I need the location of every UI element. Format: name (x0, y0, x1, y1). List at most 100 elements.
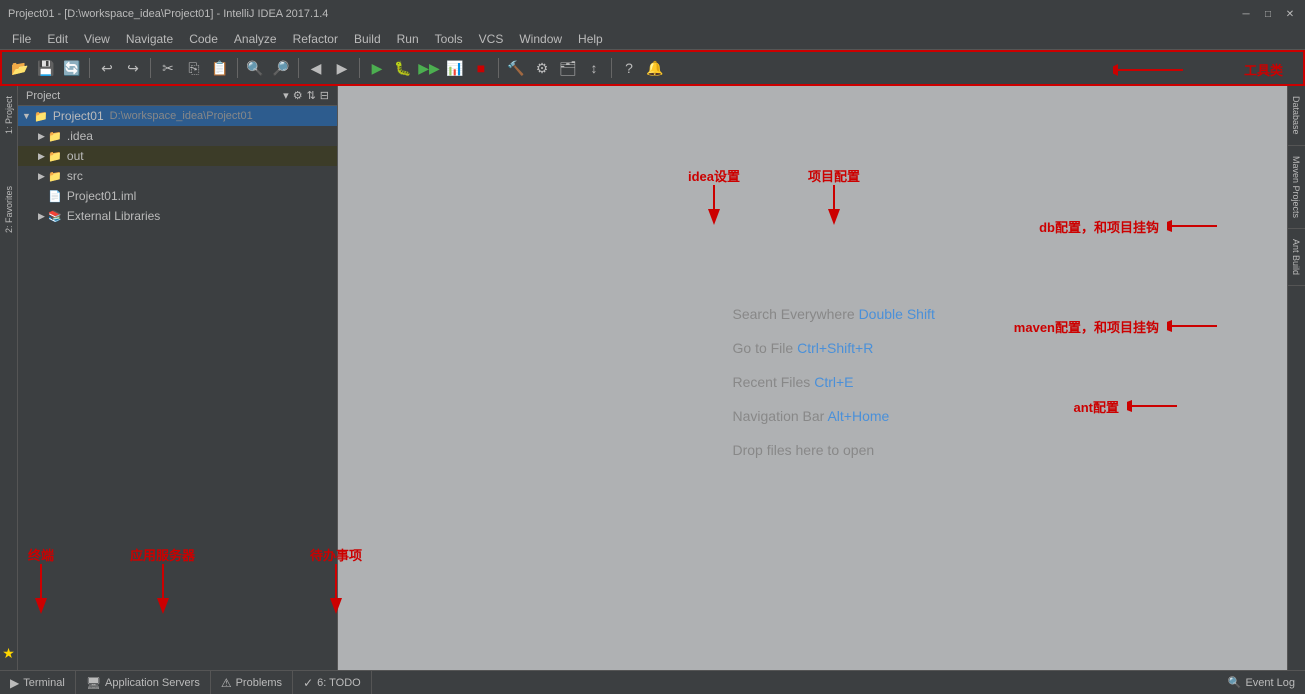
menu-analyze[interactable]: Analyze (226, 28, 285, 50)
folder-icon-src: 📁 (47, 168, 63, 184)
idea-settings-arrow (699, 185, 729, 225)
menu-window[interactable]: Window (511, 28, 570, 50)
tab-project[interactable]: 1: Project (2, 90, 16, 140)
hint-drop-files: Drop files here to open (733, 442, 935, 458)
minimize-button[interactable]: ─ (1239, 7, 1253, 21)
annotation-terminal: 终端 (28, 545, 54, 614)
hint-navbar-shortcut: Alt+Home (827, 408, 889, 424)
favorites-star-icon: ★ (2, 645, 15, 662)
tree-item-idea[interactable]: ▶ 📁 .idea (18, 126, 337, 146)
annotation-appserver: 应用服务器 (130, 545, 195, 614)
tree-item-root[interactable]: ▼ 📁 Project01 D:\workspace_idea\Project0… (18, 106, 337, 126)
hint-search-text: Search Everywhere (733, 306, 859, 322)
settings-btn[interactable]: ⚙ (530, 56, 554, 80)
status-bar: ▶ Terminal 🖥 Application Servers ⚠ Probl… (0, 670, 1305, 694)
project-config-label: 项目配置 (808, 166, 860, 185)
event-log-label: Event Log (1245, 677, 1295, 689)
tab-maven-projects[interactable]: Maven Projects (1288, 146, 1305, 229)
project-settings-btn[interactable]: 🗂 (556, 56, 580, 80)
hint-recent-files: Recent Files Ctrl+E (733, 374, 935, 390)
tab-problems[interactable]: ⚠ Problems (211, 671, 293, 694)
undo-button[interactable]: ↩ (95, 56, 119, 80)
menu-navigate[interactable]: Navigate (118, 28, 181, 50)
right-sidebar: Database Maven Projects Ant Build (1287, 86, 1305, 670)
terminal-annotation-label: 终端 (28, 545, 54, 564)
search2-button[interactable]: 🔎 (269, 56, 293, 80)
toolbar-sep-3 (237, 58, 238, 78)
tab-todo[interactable]: ✓ 6: TODO (293, 671, 372, 694)
tree-item-out[interactable]: ▶ 📁 out (18, 146, 337, 166)
editor-hints: Search Everywhere Double Shift Go to Fil… (733, 306, 935, 458)
tree-item-idea-label: .idea (67, 129, 93, 143)
close-button[interactable]: ✕ (1283, 7, 1297, 21)
tree-item-src[interactable]: ▶ 📁 src (18, 166, 337, 186)
panel-dropdown-btn[interactable]: ▾ (283, 89, 289, 102)
hint-search-shortcut: Double Shift (859, 306, 935, 322)
back-button[interactable]: ◀ (304, 56, 328, 80)
todo-annotation-label: 待办事项 (310, 545, 362, 564)
menu-refactor[interactable]: Refactor (285, 28, 346, 50)
menu-view[interactable]: View (76, 28, 118, 50)
build-button[interactable]: 🔨 (504, 56, 528, 80)
folder-icon-idea: 📁 (47, 128, 63, 144)
terminal-label: Terminal (23, 677, 65, 689)
menu-vcs[interactable]: VCS (471, 28, 512, 50)
help-button[interactable]: ? (617, 56, 641, 80)
title-text: Project01 - [D:\workspace_idea\Project01… (8, 8, 328, 20)
hint-goto-file: Go to File Ctrl+Shift+R (733, 340, 935, 356)
debug-button[interactable]: 🐛 (391, 56, 415, 80)
cut-button[interactable]: ✂ (156, 56, 180, 80)
problems-icon: ⚠ (221, 676, 232, 690)
redo-button[interactable]: ↪ (121, 56, 145, 80)
toolbar-sep-7 (611, 58, 612, 78)
menu-code[interactable]: Code (181, 28, 226, 50)
hint-dropfiles-text: Drop files here to open (733, 442, 875, 458)
project-panel-header: Project ▾ ⚙ ⇅ ⊟ (18, 86, 337, 106)
tree-item-root-label: Project01 (53, 109, 104, 123)
menu-build[interactable]: Build (346, 28, 389, 50)
menu-bar: File Edit View Navigate Code Analyze Ref… (0, 28, 1305, 50)
maximize-button[interactable]: □ (1261, 7, 1275, 21)
menu-run[interactable]: Run (389, 28, 427, 50)
tab-database[interactable]: Database (1288, 86, 1305, 146)
update-button[interactable]: 🔔 (643, 56, 667, 80)
event-log-icon: 🔍 (1228, 676, 1242, 689)
editor-area: Search Everywhere Double Shift Go to Fil… (338, 86, 1287, 670)
toolbar-sep-6 (498, 58, 499, 78)
paste-button[interactable]: 📋 (208, 56, 232, 80)
event-log-tab[interactable]: 🔍 Event Log (1218, 676, 1305, 689)
save-button[interactable]: 💾 (34, 56, 58, 80)
tree-item-iml[interactable]: ▶ 📄 Project01.iml (18, 186, 337, 206)
panel-sort-icon[interactable]: ⇅ (307, 89, 316, 102)
app-servers-icon: 🖥 (86, 676, 101, 690)
idea-settings-label: idea设置 (688, 166, 740, 185)
menu-help[interactable]: Help (570, 28, 611, 50)
run2-button[interactable]: ▶▶ (417, 56, 441, 80)
panel-gear-icon[interactable]: ⚙ (293, 89, 303, 102)
tab-terminal[interactable]: ▶ Terminal (0, 671, 76, 694)
tree-item-extlibs[interactable]: ▶ 📚 External Libraries (18, 206, 337, 226)
window-controls: ─ □ ✕ (1239, 7, 1297, 21)
menu-file[interactable]: File (4, 28, 39, 50)
tab-favorites[interactable]: 2: Favorites (2, 180, 16, 239)
project-config-arrow (819, 185, 849, 225)
toolbar-sep-4 (298, 58, 299, 78)
open-button[interactable]: 📂 (8, 56, 32, 80)
menu-tools[interactable]: Tools (427, 28, 471, 50)
toolbar-sep-1 (89, 58, 90, 78)
panel-collapse-icon[interactable]: ⊟ (320, 89, 329, 102)
tab-ant-build[interactable]: Ant Build (1288, 229, 1305, 286)
annotation-todo: 待办事项 (310, 545, 362, 614)
todo-annotation-arrow (326, 564, 346, 614)
menu-edit[interactable]: Edit (39, 28, 76, 50)
copy-button[interactable]: ⎘ (182, 56, 206, 80)
stop-button[interactable]: ■ (469, 56, 493, 80)
sync-button[interactable]: 🔄 (60, 56, 84, 80)
coverage-button[interactable]: 📊 (443, 56, 467, 80)
forward-button[interactable]: ▶ (330, 56, 354, 80)
tab-application-servers[interactable]: 🖥 Application Servers (76, 671, 211, 694)
sdk-button[interactable]: ↕ (582, 56, 606, 80)
maven-config-arrow (1167, 316, 1227, 336)
search-button[interactable]: 🔍 (243, 56, 267, 80)
run-button[interactable]: ▶ (365, 56, 389, 80)
